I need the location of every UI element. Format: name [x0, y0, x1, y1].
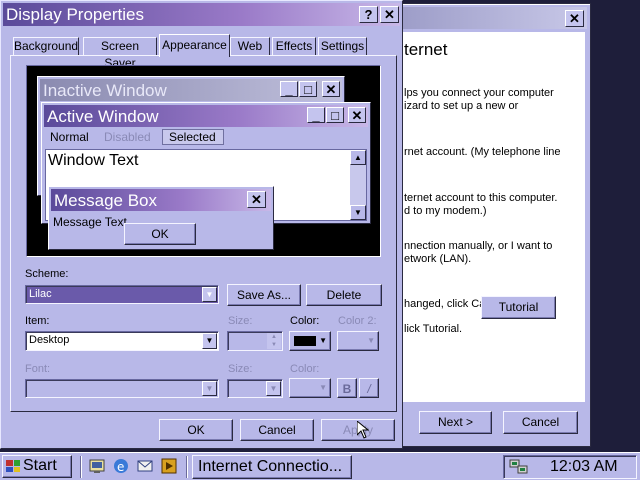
wizard-line: rnet account. (My telephone line — [404, 146, 561, 158]
network-icon[interactable] — [509, 458, 529, 476]
color2-label: Color 2: — [338, 315, 377, 327]
clock[interactable]: 12:03 AM — [550, 458, 618, 476]
internet-connection-wizard-window: ✕ ternet lps you connect your computer i… — [384, 3, 591, 447]
tab-effects[interactable]: Effects — [272, 37, 316, 56]
tab-web[interactable]: Web — [230, 37, 270, 56]
wizard-line: ternet account to this computer. — [404, 192, 558, 204]
preview-scrollbar: ▲ ▼ — [350, 150, 366, 220]
close-icon: ✕ — [348, 107, 366, 123]
delete-button[interactable]: Delete — [306, 284, 382, 306]
active-window-title: Active Window — [47, 107, 159, 126]
minimize-icon: _ — [280, 81, 298, 97]
mouse-pointer-icon — [356, 419, 370, 439]
internet-explorer-icon[interactable]: e — [112, 457, 130, 475]
close-icon[interactable]: ✕ — [380, 6, 399, 23]
windows-logo-icon — [6, 460, 20, 472]
message-box-title: Message Box — [54, 191, 157, 210]
font-size-select: ▼ — [227, 379, 283, 398]
cancel-button[interactable]: Cancel — [240, 419, 314, 441]
wizard-heading: ternet — [404, 40, 448, 59]
item-label: Item: — [25, 315, 50, 327]
font-color-label: Color: — [290, 363, 320, 375]
ok-button[interactable]: OK — [159, 419, 233, 441]
color-swatch — [294, 336, 316, 346]
scroll-up-icon: ▲ — [350, 150, 366, 165]
size-spinner: ▲ ▼ — [227, 331, 283, 351]
chevron-down-icon[interactable]: ▼ — [202, 287, 217, 302]
svg-text:e: e — [117, 460, 124, 474]
next-button[interactable]: Next > — [419, 411, 492, 434]
wizard-title-bar[interactable] — [388, 7, 587, 29]
maximize-icon: □ — [299, 81, 317, 97]
save-as-button[interactable]: Save As... — [227, 284, 301, 306]
wizard-line: nnection manually, or I want to — [404, 240, 553, 252]
taskbar: Start e Internet Connectio... 12:03 AM — [0, 452, 640, 480]
tutorial-button[interactable]: Tutorial — [481, 296, 556, 319]
scheme-value: Lilac — [29, 288, 52, 300]
chevron-down-icon: ▼ — [367, 336, 375, 345]
menu-normal: Normal — [50, 130, 89, 144]
tab-appearance[interactable]: Appearance — [159, 34, 230, 57]
inactive-window-title: Inactive Window — [43, 81, 167, 100]
tab-screen-saver[interactable]: Screen Saver — [83, 37, 157, 70]
chevron-down-icon: ▼ — [266, 381, 281, 396]
bold-button: B — [337, 378, 357, 398]
close-icon: ✕ — [322, 81, 340, 97]
wizard-cancel-button[interactable]: Cancel — [503, 411, 578, 434]
dialog-title-bar[interactable]: Display Properties — [3, 3, 400, 26]
close-icon: ✕ — [247, 191, 266, 208]
spin-up-icon: ▲ — [267, 333, 281, 341]
font-label: Font: — [25, 363, 51, 375]
tab-settings[interactable]: Settings — [318, 37, 367, 56]
font-size-label: Size: — [228, 363, 253, 375]
color-label: Color: — [290, 315, 320, 327]
color-picker-button[interactable]: ▼ — [289, 331, 331, 351]
preview-ok-button: OK — [124, 223, 196, 245]
outlook-express-icon[interactable] — [136, 457, 154, 475]
spin-down-icon: ▼ — [267, 341, 281, 349]
message-box-preview: Message Box ✕ Message Text OK — [48, 186, 274, 250]
window-text: Window Text — [48, 152, 139, 169]
wizard-line: etwork (LAN). — [404, 253, 472, 265]
wizard-content: ternet lps you connect your computer iza… — [388, 32, 585, 402]
media-player-icon[interactable] — [160, 457, 178, 475]
dialog-title: Display Properties — [6, 5, 144, 24]
item-value: Desktop — [29, 334, 70, 346]
font-select: ▼ — [25, 379, 219, 398]
size-label: Size: — [228, 315, 253, 327]
display-properties-dialog: Display Properties ? ✕ Background Screen… — [0, 0, 403, 449]
help-icon[interactable]: ? — [359, 6, 378, 23]
chevron-down-icon[interactable]: ▼ — [202, 333, 217, 349]
maximize-icon: □ — [326, 107, 344, 123]
start-label: Start — [23, 457, 57, 474]
scroll-down-icon: ▼ — [350, 205, 366, 220]
menu-selected: Selected — [162, 129, 224, 145]
scheme-select[interactable]: Lilac ▼ — [25, 285, 219, 304]
chevron-down-icon: ▼ — [202, 381, 217, 396]
task-internet-connection-button[interactable]: Internet Connectio... — [192, 455, 352, 479]
menu-disabled: Disabled — [104, 130, 151, 144]
system-tray: 12:03 AM — [503, 455, 637, 479]
wizard-line: lick Tutorial. — [404, 323, 463, 335]
chevron-down-icon: ▼ — [319, 336, 327, 345]
appearance-preview[interactable]: Inactive Window _ □ ✕ Active Window _ □ … — [26, 65, 381, 257]
message-box-title-bar: Message Box — [51, 189, 271, 211]
start-button[interactable]: Start — [2, 455, 72, 478]
chevron-down-icon: ▼ — [319, 383, 327, 392]
message-text: Message Text — [53, 215, 127, 229]
wizard-line: lps you connect your computer — [404, 87, 554, 99]
wizard-line: d to my modem.) — [404, 205, 487, 217]
wizard-line: izard to set up a new or — [404, 100, 519, 112]
wizard-close-icon[interactable]: ✕ — [565, 10, 584, 27]
color2-picker-button: ▼ — [337, 331, 379, 351]
scheme-label: Scheme: — [25, 268, 69, 280]
item-select[interactable]: Desktop ▼ — [25, 331, 219, 351]
show-desktop-icon[interactable] — [88, 457, 106, 475]
italic-button: / — [359, 378, 379, 398]
font-color-button: ▼ — [289, 378, 331, 398]
quicklaunch-divider — [80, 456, 82, 478]
minimize-icon: _ — [307, 107, 325, 123]
tab-background[interactable]: Background — [13, 37, 79, 56]
task-divider — [186, 456, 188, 478]
